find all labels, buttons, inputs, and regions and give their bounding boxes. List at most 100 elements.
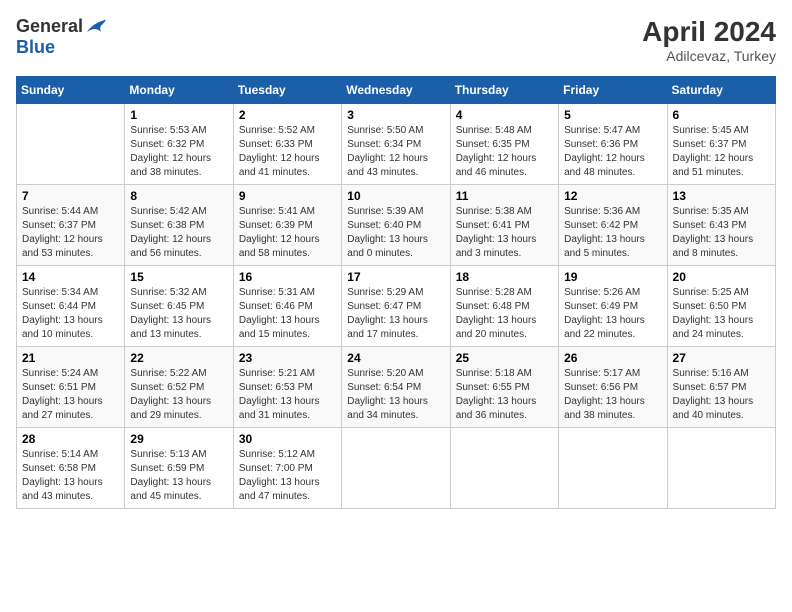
- calendar-table: SundayMondayTuesdayWednesdayThursdayFrid…: [16, 76, 776, 509]
- day-info: Sunrise: 5:18 AM Sunset: 6:55 PM Dayligh…: [456, 367, 553, 423]
- day-number: 5: [564, 108, 661, 122]
- day-info: Sunrise: 5:36 AM Sunset: 6:42 PM Dayligh…: [564, 205, 661, 261]
- calendar-cell: 19 Sunrise: 5:26 AM Sunset: 6:49 PM Dayli…: [559, 266, 667, 347]
- calendar-cell: 22 Sunrise: 5:22 AM Sunset: 6:52 PM Dayli…: [125, 347, 233, 428]
- day-info: Sunrise: 5:28 AM Sunset: 6:48 PM Dayligh…: [456, 286, 553, 342]
- day-info: Sunrise: 5:53 AM Sunset: 6:32 PM Dayligh…: [130, 124, 227, 180]
- day-info: Sunrise: 5:12 AM Sunset: 7:00 PM Dayligh…: [239, 448, 336, 504]
- day-info: Sunrise: 5:50 AM Sunset: 6:34 PM Dayligh…: [347, 124, 444, 180]
- calendar-cell: 9 Sunrise: 5:41 AM Sunset: 6:39 PM Daylig…: [233, 185, 341, 266]
- day-info: Sunrise: 5:35 AM Sunset: 6:43 PM Dayligh…: [673, 205, 770, 261]
- calendar-cell: 16Sunrise: 5:31 AM Sunset: 6:46 PM Dayli…: [233, 266, 341, 347]
- calendar-cell: 2 Sunrise: 5:52 AM Sunset: 6:33 PM Daylig…: [233, 104, 341, 185]
- calendar-cell: [667, 428, 775, 509]
- day-info: Sunrise: 5:38 AM Sunset: 6:41 PM Dayligh…: [456, 205, 553, 261]
- calendar-cell: 17 Sunrise: 5:29 AM Sunset: 6:47 PM Dayli…: [342, 266, 450, 347]
- day-info: Sunrise: 5:26 AM Sunset: 6:49 PM Dayligh…: [564, 286, 661, 342]
- logo: General Blue: [16, 16, 107, 58]
- day-number: 6: [673, 108, 770, 122]
- calendar-cell: 29 Sunrise: 5:13 AM Sunset: 6:59 PM Dayli…: [125, 428, 233, 509]
- calendar-cell: 13 Sunrise: 5:35 AM Sunset: 6:43 PM Dayli…: [667, 185, 775, 266]
- day-info: Sunrise: 5:14 AM Sunset: 6:58 PM Dayligh…: [22, 448, 119, 504]
- calendar-cell: 25 Sunrise: 5:18 AM Sunset: 6:55 PM Dayli…: [450, 347, 558, 428]
- weekday-header-thursday: Thursday: [450, 77, 558, 104]
- day-number: 24: [347, 351, 444, 365]
- weekday-header-sunday: Sunday: [17, 77, 125, 104]
- day-info: Sunrise: 5:16 AM Sunset: 6:57 PM Dayligh…: [673, 367, 770, 423]
- day-info: Sunrise: 5:34 AM Sunset: 6:44 PM Dayligh…: [22, 286, 119, 342]
- day-info: Sunrise: 5:24 AM Sunset: 6:51 PM Dayligh…: [22, 367, 119, 423]
- logo-blue-text: Blue: [16, 37, 55, 58]
- calendar-cell: [559, 428, 667, 509]
- day-info: Sunrise: 5:47 AM Sunset: 6:36 PM Dayligh…: [564, 124, 661, 180]
- day-number: 27: [673, 351, 770, 365]
- day-info: Sunrise: 5:52 AM Sunset: 6:33 PM Dayligh…: [239, 124, 336, 180]
- day-info: Sunrise: 5:20 AM Sunset: 6:54 PM Dayligh…: [347, 367, 444, 423]
- day-number: 4: [456, 108, 553, 122]
- day-number: 13: [673, 189, 770, 203]
- calendar-cell: 5 Sunrise: 5:47 AM Sunset: 6:36 PM Daylig…: [559, 104, 667, 185]
- week-row-3: 14 Sunrise: 5:34 AM Sunset: 6:44 PM Dayli…: [17, 266, 776, 347]
- day-number: 10: [347, 189, 444, 203]
- day-info: Sunrise: 5:22 AM Sunset: 6:52 PM Dayligh…: [130, 367, 227, 423]
- location: Adilcevaz, Turkey: [642, 48, 776, 64]
- week-row-2: 7 Sunrise: 5:44 AM Sunset: 6:37 PM Daylig…: [17, 185, 776, 266]
- title-section: April 2024 Adilcevaz, Turkey: [642, 16, 776, 64]
- calendar-cell: 28Sunrise: 5:14 AM Sunset: 6:58 PM Dayli…: [17, 428, 125, 509]
- calendar-cell: [342, 428, 450, 509]
- day-number: 8: [130, 189, 227, 203]
- day-info: Sunrise: 5:25 AM Sunset: 6:50 PM Dayligh…: [673, 286, 770, 342]
- day-number: 21: [22, 351, 119, 365]
- day-number: 7: [22, 189, 119, 203]
- calendar-cell: [17, 104, 125, 185]
- weekday-header-tuesday: Tuesday: [233, 77, 341, 104]
- calendar-cell: 11Sunrise: 5:38 AM Sunset: 6:41 PM Dayli…: [450, 185, 558, 266]
- calendar-cell: 27 Sunrise: 5:16 AM Sunset: 6:57 PM Dayli…: [667, 347, 775, 428]
- calendar-cell: 1 Sunrise: 5:53 AM Sunset: 6:32 PM Daylig…: [125, 104, 233, 185]
- day-number: 9: [239, 189, 336, 203]
- calendar-cell: 20 Sunrise: 5:25 AM Sunset: 6:50 PM Dayli…: [667, 266, 775, 347]
- day-number: 25: [456, 351, 553, 365]
- day-info: Sunrise: 5:32 AM Sunset: 6:45 PM Dayligh…: [130, 286, 227, 342]
- day-number: 3: [347, 108, 444, 122]
- day-number: 12: [564, 189, 661, 203]
- week-row-1: 1 Sunrise: 5:53 AM Sunset: 6:32 PM Daylig…: [17, 104, 776, 185]
- calendar-cell: 21 Sunrise: 5:24 AM Sunset: 6:51 PM Dayli…: [17, 347, 125, 428]
- calendar-cell: 23 Sunrise: 5:21 AM Sunset: 6:53 PM Dayli…: [233, 347, 341, 428]
- day-number: 15: [130, 270, 227, 284]
- day-info: Sunrise: 5:44 AM Sunset: 6:37 PM Dayligh…: [22, 205, 119, 261]
- calendar-cell: [450, 428, 558, 509]
- day-number: 23: [239, 351, 336, 365]
- day-info: Sunrise: 5:45 AM Sunset: 6:37 PM Dayligh…: [673, 124, 770, 180]
- weekday-header-row: SundayMondayTuesdayWednesdayThursdayFrid…: [17, 77, 776, 104]
- day-number: 22: [130, 351, 227, 365]
- weekday-header-friday: Friday: [559, 77, 667, 104]
- calendar-cell: 8Sunrise: 5:42 AM Sunset: 6:38 PM Daylig…: [125, 185, 233, 266]
- calendar-cell: 14 Sunrise: 5:34 AM Sunset: 6:44 PM Dayli…: [17, 266, 125, 347]
- calendar-cell: 15 Sunrise: 5:32 AM Sunset: 6:45 PM Dayli…: [125, 266, 233, 347]
- day-number: 20: [673, 270, 770, 284]
- day-number: 1: [130, 108, 227, 122]
- calendar-cell: 7 Sunrise: 5:44 AM Sunset: 6:37 PM Daylig…: [17, 185, 125, 266]
- day-info: Sunrise: 5:21 AM Sunset: 6:53 PM Dayligh…: [239, 367, 336, 423]
- day-number: 29: [130, 432, 227, 446]
- day-info: Sunrise: 5:41 AM Sunset: 6:39 PM Dayligh…: [239, 205, 336, 261]
- calendar-cell: 18Sunrise: 5:28 AM Sunset: 6:48 PM Dayli…: [450, 266, 558, 347]
- day-number: 2: [239, 108, 336, 122]
- calendar-cell: 12 Sunrise: 5:36 AM Sunset: 6:42 PM Dayli…: [559, 185, 667, 266]
- day-number: 17: [347, 270, 444, 284]
- day-info: Sunrise: 5:29 AM Sunset: 6:47 PM Dayligh…: [347, 286, 444, 342]
- day-info: Sunrise: 5:13 AM Sunset: 6:59 PM Dayligh…: [130, 448, 227, 504]
- calendar-cell: 24 Sunrise: 5:20 AM Sunset: 6:54 PM Dayli…: [342, 347, 450, 428]
- page-header: General Blue April 2024 Adilcevaz, Turke…: [16, 16, 776, 64]
- week-row-4: 21 Sunrise: 5:24 AM Sunset: 6:51 PM Dayli…: [17, 347, 776, 428]
- week-row-5: 28Sunrise: 5:14 AM Sunset: 6:58 PM Dayli…: [17, 428, 776, 509]
- day-number: 19: [564, 270, 661, 284]
- day-info: Sunrise: 5:17 AM Sunset: 6:56 PM Dayligh…: [564, 367, 661, 423]
- day-number: 14: [22, 270, 119, 284]
- calendar-cell: 30Sunrise: 5:12 AM Sunset: 7:00 PM Dayli…: [233, 428, 341, 509]
- month-title: April 2024: [642, 16, 776, 48]
- day-number: 26: [564, 351, 661, 365]
- day-info: Sunrise: 5:39 AM Sunset: 6:40 PM Dayligh…: [347, 205, 444, 261]
- calendar-cell: 4Sunrise: 5:48 AM Sunset: 6:35 PM Daylig…: [450, 104, 558, 185]
